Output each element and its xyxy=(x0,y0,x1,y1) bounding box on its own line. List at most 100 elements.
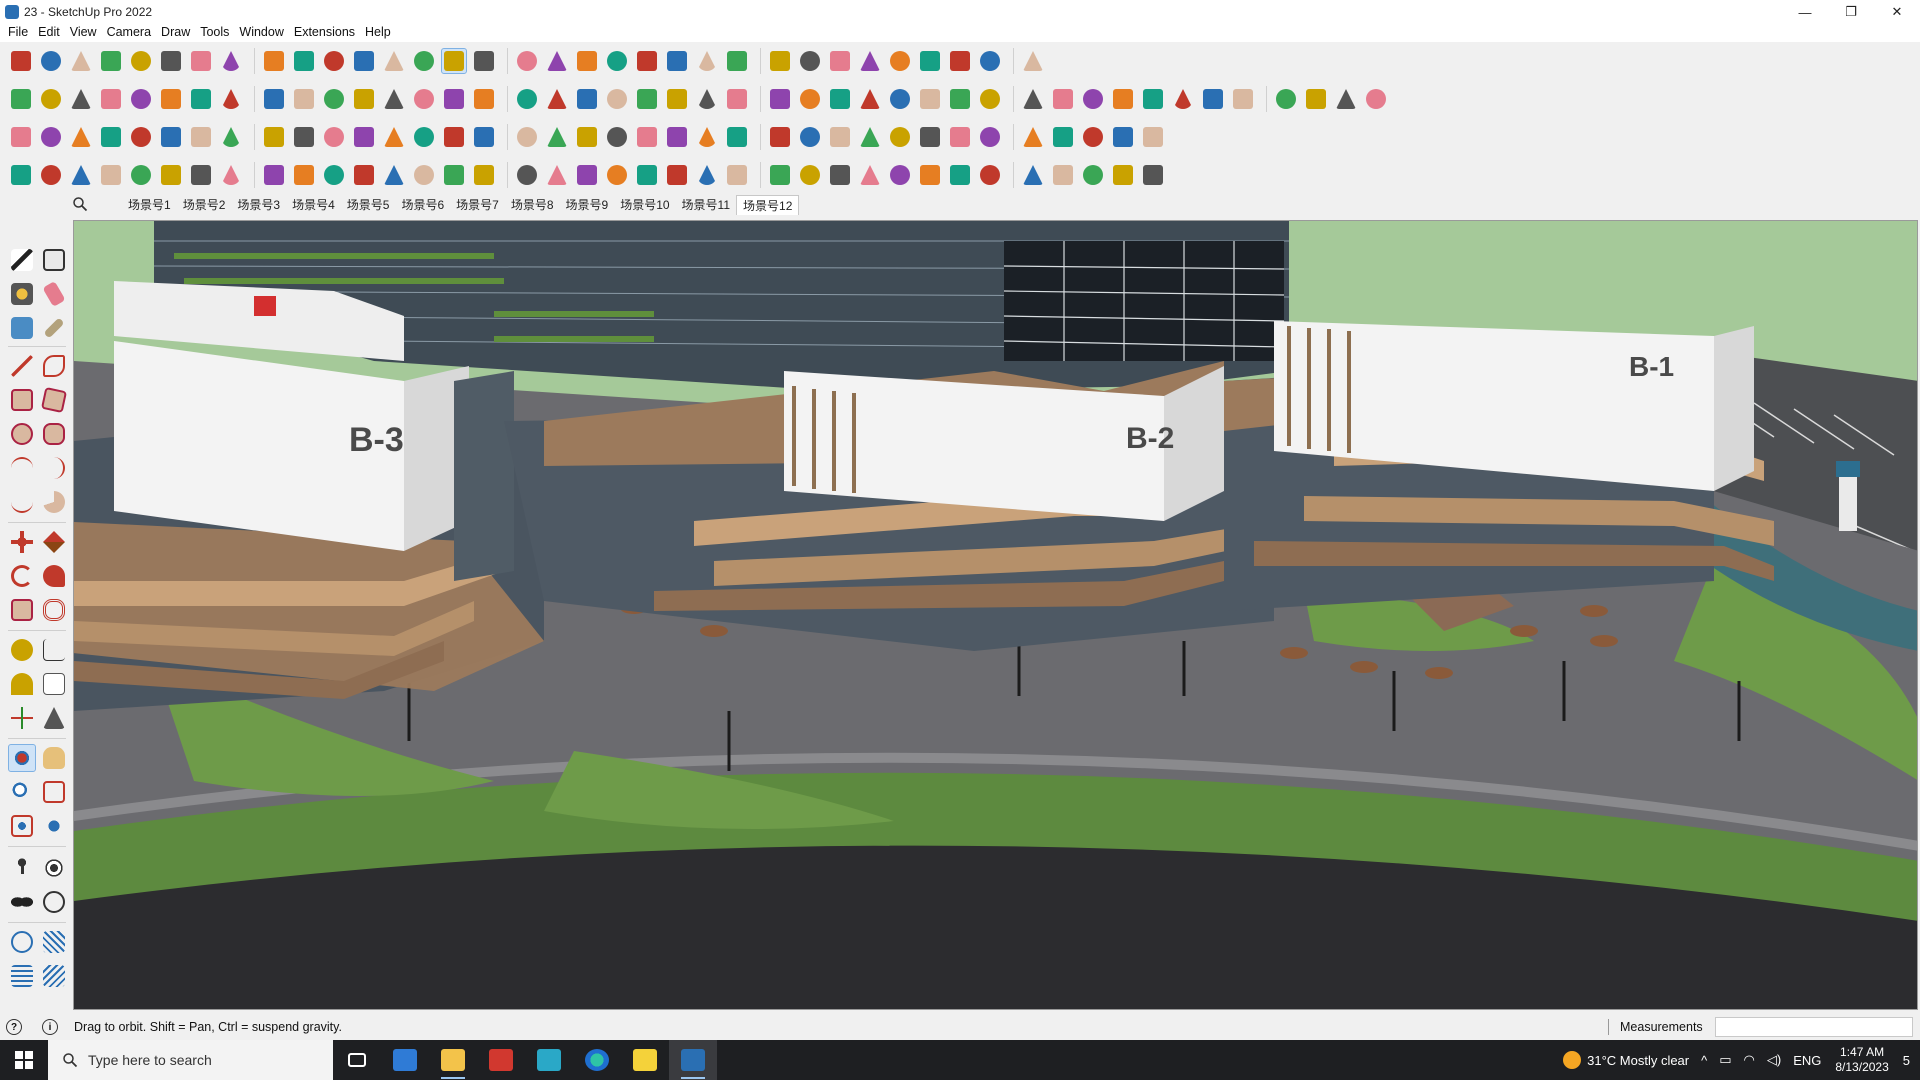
corner-icon[interactable] xyxy=(321,162,347,188)
fixture-icon[interactable] xyxy=(321,124,347,150)
zoom-window-icon[interactable] xyxy=(544,48,570,74)
drape-icon[interactable] xyxy=(40,962,68,990)
language-indicator[interactable]: ENG xyxy=(1793,1053,1821,1068)
line-tool-icon[interactable] xyxy=(8,352,36,380)
tile-icon[interactable] xyxy=(1363,86,1389,112)
axes-icon[interactable] xyxy=(8,704,36,732)
warehouse-icon[interactable] xyxy=(724,48,750,74)
menu-window[interactable]: Window xyxy=(239,25,291,39)
layer-icon[interactable] xyxy=(68,124,94,150)
rectangle-icon[interactable] xyxy=(8,386,36,414)
scene-tab[interactable]: 场景号8 xyxy=(505,195,560,215)
push-pull-icon[interactable] xyxy=(40,528,68,556)
weather-icon[interactable] xyxy=(1563,1051,1582,1069)
stripe-icon[interactable] xyxy=(1020,162,1046,188)
green-arrow-icon[interactable] xyxy=(218,86,244,112)
circle-icon[interactable] xyxy=(634,124,660,150)
model-viewport[interactable]: B-3 B-2 B-1 xyxy=(73,220,1918,1010)
fn-icon[interactable] xyxy=(694,86,720,112)
offset-icon[interactable] xyxy=(40,596,68,624)
follow-me-icon[interactable] xyxy=(218,48,244,74)
tile-icon[interactable] xyxy=(1303,86,1329,112)
menu-edit[interactable]: Edit xyxy=(38,25,68,39)
scene-tab[interactable]: 场景号2 xyxy=(177,195,232,215)
smoove-icon[interactable] xyxy=(40,928,68,956)
tile-icon[interactable] xyxy=(1230,86,1256,112)
task-view-icon[interactable] xyxy=(333,1040,381,1080)
corner-icon[interactable] xyxy=(291,162,317,188)
look-around-icon[interactable] xyxy=(40,854,68,882)
wing-icon[interactable] xyxy=(664,162,690,188)
menu-tools[interactable]: Tools xyxy=(200,25,237,39)
tape-measure-icon[interactable] xyxy=(8,636,36,664)
box-icon[interactable] xyxy=(8,86,34,112)
scene-tab[interactable]: 场景号3 xyxy=(231,195,286,215)
plus-icon[interactable] xyxy=(441,124,467,150)
scene-tab[interactable]: 场景号7 xyxy=(450,195,505,215)
user-icon[interactable] xyxy=(694,48,720,74)
house-icon[interactable] xyxy=(664,86,690,112)
f-icon[interactable] xyxy=(321,86,347,112)
section-plane-icon[interactable] xyxy=(40,888,68,916)
stripe-icon[interactable] xyxy=(1110,162,1136,188)
stripe-icon[interactable] xyxy=(947,162,973,188)
frame-icon[interactable] xyxy=(947,124,973,150)
zoom-extents-icon[interactable] xyxy=(8,812,36,840)
clock[interactable]: 1:47 AM 8/13/2023 xyxy=(1835,1045,1888,1075)
arch-icon[interactable] xyxy=(411,162,437,188)
shell-icon[interactable] xyxy=(441,162,467,188)
curl-icon[interactable] xyxy=(188,124,214,150)
layer-icon[interactable] xyxy=(98,124,124,150)
polygon-icon[interactable] xyxy=(40,420,68,448)
shape-icon[interactable] xyxy=(471,86,497,112)
stack-icon[interactable] xyxy=(634,48,660,74)
align-icon[interactable] xyxy=(857,48,883,74)
scene-tab[interactable]: 场景号11 xyxy=(676,195,736,215)
pan-icon[interactable] xyxy=(471,48,497,74)
3d-text-icon[interactable] xyxy=(40,704,68,732)
lasso-icon[interactable] xyxy=(351,86,377,112)
door-icon[interactable] xyxy=(291,124,317,150)
tile-icon[interactable] xyxy=(1273,86,1299,112)
drop-icon[interactable] xyxy=(188,86,214,112)
3d-scene[interactable]: B-3 B-2 B-1 xyxy=(74,221,1918,1010)
redo-icon[interactable] xyxy=(977,48,1003,74)
house-icon[interactable] xyxy=(634,86,660,112)
link-icon[interactable] xyxy=(351,124,377,150)
undo-icon[interactable] xyxy=(724,124,750,150)
pen-icon[interactable] xyxy=(634,162,660,188)
cross-icon[interactable] xyxy=(471,124,497,150)
gear-icon[interactable] xyxy=(98,162,124,188)
scale-icon[interactable] xyxy=(8,596,36,624)
volume-icon[interactable]: ◁) xyxy=(1767,1052,1781,1068)
arc-icon[interactable] xyxy=(8,454,36,482)
stripe-icon[interactable] xyxy=(1080,162,1106,188)
move-icon[interactable] xyxy=(8,528,36,556)
orbit-icon[interactable] xyxy=(441,48,467,74)
ring-icon[interactable] xyxy=(1020,86,1046,112)
scene-tab[interactable]: 场景号9 xyxy=(560,195,615,215)
rotate-icon[interactable] xyxy=(291,48,317,74)
tree-icon[interactable] xyxy=(767,124,793,150)
cut-icon[interactable] xyxy=(68,162,94,188)
pan-icon[interactable] xyxy=(40,744,68,772)
copy-icon[interactable] xyxy=(857,124,883,150)
make-component-icon[interactable] xyxy=(40,246,68,274)
layout-icon[interactable] xyxy=(797,48,823,74)
curve-icon[interactable] xyxy=(1110,124,1136,150)
push-icon[interactable] xyxy=(158,86,184,112)
slash-icon[interactable] xyxy=(441,86,467,112)
ring-icon[interactable] xyxy=(827,86,853,112)
ring-icon[interactable] xyxy=(857,86,883,112)
sketch-icon[interactable] xyxy=(188,162,214,188)
shape-icon[interactable] xyxy=(158,48,184,74)
slash-icon[interactable] xyxy=(411,86,437,112)
two-point-arc-icon[interactable] xyxy=(40,454,68,482)
network-icon[interactable]: ▭ xyxy=(1719,1052,1731,1068)
walk-icon[interactable] xyxy=(8,888,36,916)
lift-icon[interactable] xyxy=(128,86,154,112)
arrow-icon[interactable] xyxy=(1110,86,1136,112)
menu-extensions[interactable]: Extensions xyxy=(294,25,363,39)
slash-icon[interactable] xyxy=(381,86,407,112)
path-icon[interactable] xyxy=(8,162,34,188)
